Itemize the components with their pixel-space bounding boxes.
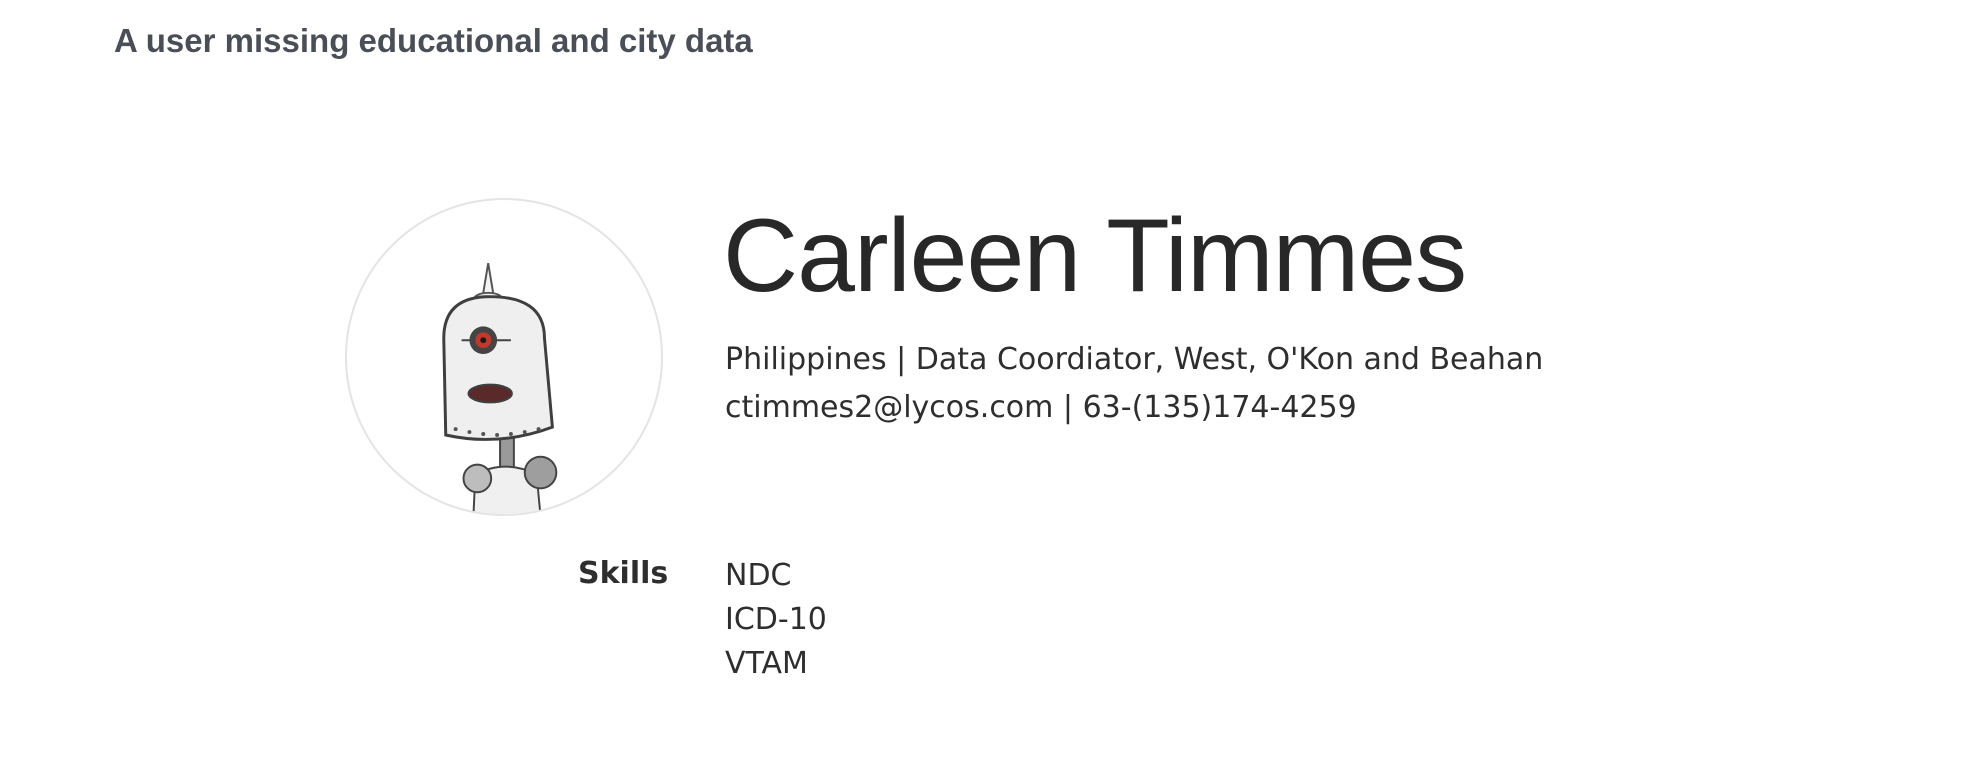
- skills-list: NDC ICD-10 VTAM: [725, 556, 827, 688]
- skill-item: ICD-10: [725, 602, 827, 637]
- skill-item: NDC: [725, 558, 792, 593]
- profile-details: Philippines | Data Coordiator, West, O'K…: [725, 342, 1544, 377]
- profile-contact: ctimmes2@lycos.com | 63-(135)174-4259: [725, 390, 1357, 425]
- avatar: [345, 198, 663, 516]
- profile-name: Carleen Timmes: [723, 198, 1467, 314]
- skill-item: VTAM: [725, 646, 808, 681]
- skills-label: Skills: [578, 556, 669, 591]
- example-title: A user missing educational and city data: [114, 22, 753, 59]
- robot-avatar-icon: [442, 263, 558, 514]
